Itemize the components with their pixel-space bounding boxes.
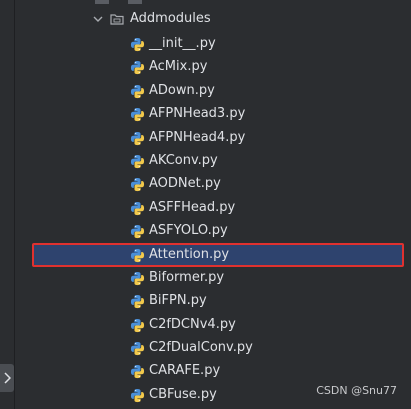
python-file-icon <box>130 37 145 52</box>
python-file-icon <box>130 108 145 122</box>
file-list: __init__.py AcMix.py ADown.py AFPNHead3.py A… <box>0 33 411 407</box>
file-label: AcMix.py <box>149 59 208 75</box>
file-row[interactable]: CARAFE.py <box>0 360 411 383</box>
python-file-icon <box>130 225 145 239</box>
python-file-icon <box>130 271 145 285</box>
file-row[interactable]: AFPNHead4.py <box>0 127 411 150</box>
file-row[interactable]: BiFPN.py <box>0 290 411 313</box>
watermark: CSDN @Snu77 <box>316 384 397 397</box>
file-label: AFPNHead4.py <box>149 129 246 145</box>
file-label: Attention.py <box>149 246 230 262</box>
python-file-icon <box>130 61 145 75</box>
file-label: ASFYOLO.py <box>149 223 228 239</box>
file-row[interactable]: C2fDualConv.py <box>0 337 411 360</box>
python-file-icon <box>130 201 145 215</box>
file-row[interactable]: __init__.py <box>0 33 411 56</box>
python-file-icon <box>130 342 145 356</box>
file-row[interactable]: ASFYOLO.py <box>0 220 411 243</box>
python-file-icon <box>130 318 145 332</box>
file-row[interactable]: ADown.py <box>0 80 411 103</box>
file-label: ASFFHead.py <box>149 199 236 215</box>
file-label: CBFuse.py <box>149 386 217 402</box>
file-row-selected[interactable]: Attention.py <box>0 242 411 267</box>
file-label: AFPNHead3.py <box>149 106 246 122</box>
file-label: AKConv.py <box>149 152 218 168</box>
folder-icon <box>110 14 124 25</box>
file-row[interactable]: AcMix.py <box>0 56 411 79</box>
file-label: AODNet.py <box>149 176 221 192</box>
python-file-icon <box>130 131 145 145</box>
python-file-icon <box>130 365 145 379</box>
file-label: ADown.py <box>149 82 215 98</box>
python-file-icon <box>130 154 145 169</box>
file-label: BiFPN.py <box>149 293 207 309</box>
file-row[interactable]: C2fDCNv4.py <box>0 314 411 337</box>
file-row[interactable]: AKConv.py <box>0 150 411 173</box>
scrolled-row-edge <box>95 0 109 4</box>
file-row[interactable]: AFPNHead3.py <box>0 103 411 126</box>
file-label: __init__.py <box>149 36 216 51</box>
python-file-icon <box>130 295 145 309</box>
folder-label: Addmodules <box>130 11 211 26</box>
python-file-icon <box>130 84 145 98</box>
file-label: Biformer.py <box>149 269 225 285</box>
chevron-down-icon[interactable] <box>92 12 104 26</box>
file-label: C2fDualConv.py <box>149 340 253 356</box>
folder-row-addmodules[interactable]: Addmodules <box>0 8 411 30</box>
python-file-icon <box>130 178 145 192</box>
file-row[interactable]: ASFFHead.py <box>0 197 411 220</box>
file-row[interactable]: Biformer.py <box>0 267 411 290</box>
file-label: CARAFE.py <box>149 363 221 379</box>
scrolled-row-edge <box>128 0 142 4</box>
python-file-icon <box>130 248 145 262</box>
file-row[interactable]: AODNet.py <box>0 173 411 196</box>
python-file-icon <box>130 388 145 402</box>
file-label: C2fDCNv4.py <box>149 316 236 332</box>
